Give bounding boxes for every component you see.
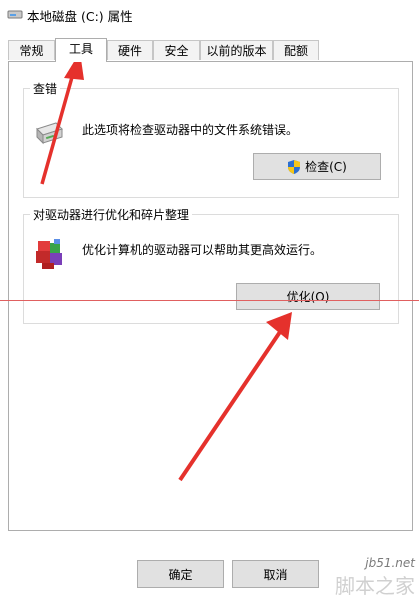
tab-tools[interactable]: 工具: [55, 38, 107, 62]
annotation-arrows: [40, 52, 292, 482]
watermark-name: 脚本之家: [335, 574, 415, 598]
watermark: jb51.net 脚本之家: [335, 556, 415, 599]
watermark-url: jb51.net: [365, 556, 415, 570]
